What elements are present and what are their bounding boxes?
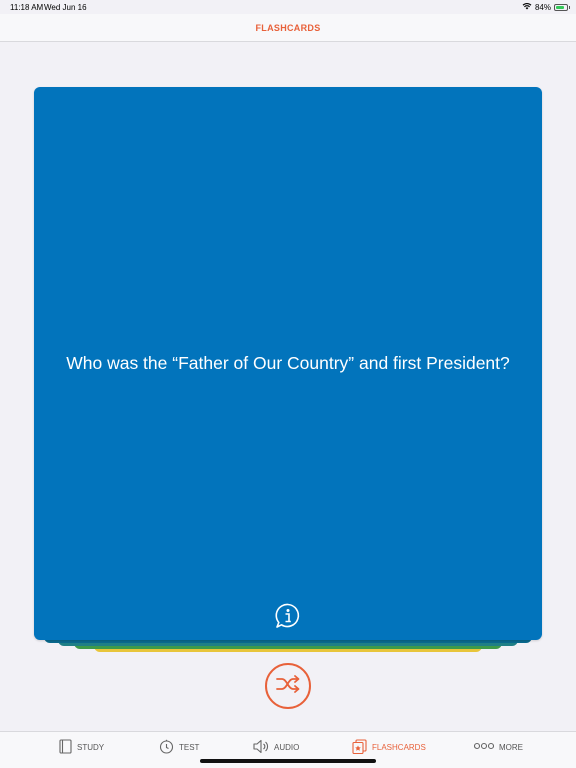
nav-bar: FLASHCARDS [0, 14, 576, 42]
flashcard[interactable]: Who was the “Father of Our Country” and … [34, 87, 542, 640]
battery-icon [554, 3, 570, 11]
shuffle-button[interactable] [265, 663, 311, 709]
flashcards-icon [352, 738, 367, 756]
home-indicator [200, 759, 376, 763]
status-time: 11:18 AM [10, 3, 44, 12]
status-bar: 11:18 AM Wed Jun 16 84% [0, 0, 576, 14]
page-title: FLASHCARDS [255, 22, 321, 33]
tab-label: STUDY [77, 742, 105, 752]
tab-audio[interactable]: AUDIO [253, 739, 299, 755]
status-indicators: 84% [522, 2, 570, 12]
status-date: Wed Jun 16 [44, 3, 87, 12]
tab-more[interactable]: MORE [473, 739, 523, 755]
battery-percent: 84% [534, 2, 551, 12]
tab-study[interactable]: STUDY [59, 738, 105, 756]
battery-fill [556, 5, 565, 9]
wifi-icon [522, 2, 532, 12]
book-icon [59, 738, 72, 756]
speaker-icon [253, 739, 269, 756]
tab-flashcards[interactable]: FLASHCARDS [352, 738, 426, 756]
info-bubble-icon [274, 602, 302, 635]
tab-label: TEST [179, 742, 200, 752]
stopwatch-icon [159, 739, 174, 756]
tab-label: MORE [499, 742, 523, 752]
tab-label: AUDIO [274, 742, 300, 752]
shuffle-icon [275, 673, 301, 700]
info-button[interactable] [274, 602, 302, 635]
flashcard-question: Who was the “Father of Our Country” and … [66, 353, 510, 374]
more-dots-icon [473, 742, 495, 752]
tab-test[interactable]: TEST [159, 739, 199, 755]
tab-label: FLASHCARDS [372, 742, 426, 752]
